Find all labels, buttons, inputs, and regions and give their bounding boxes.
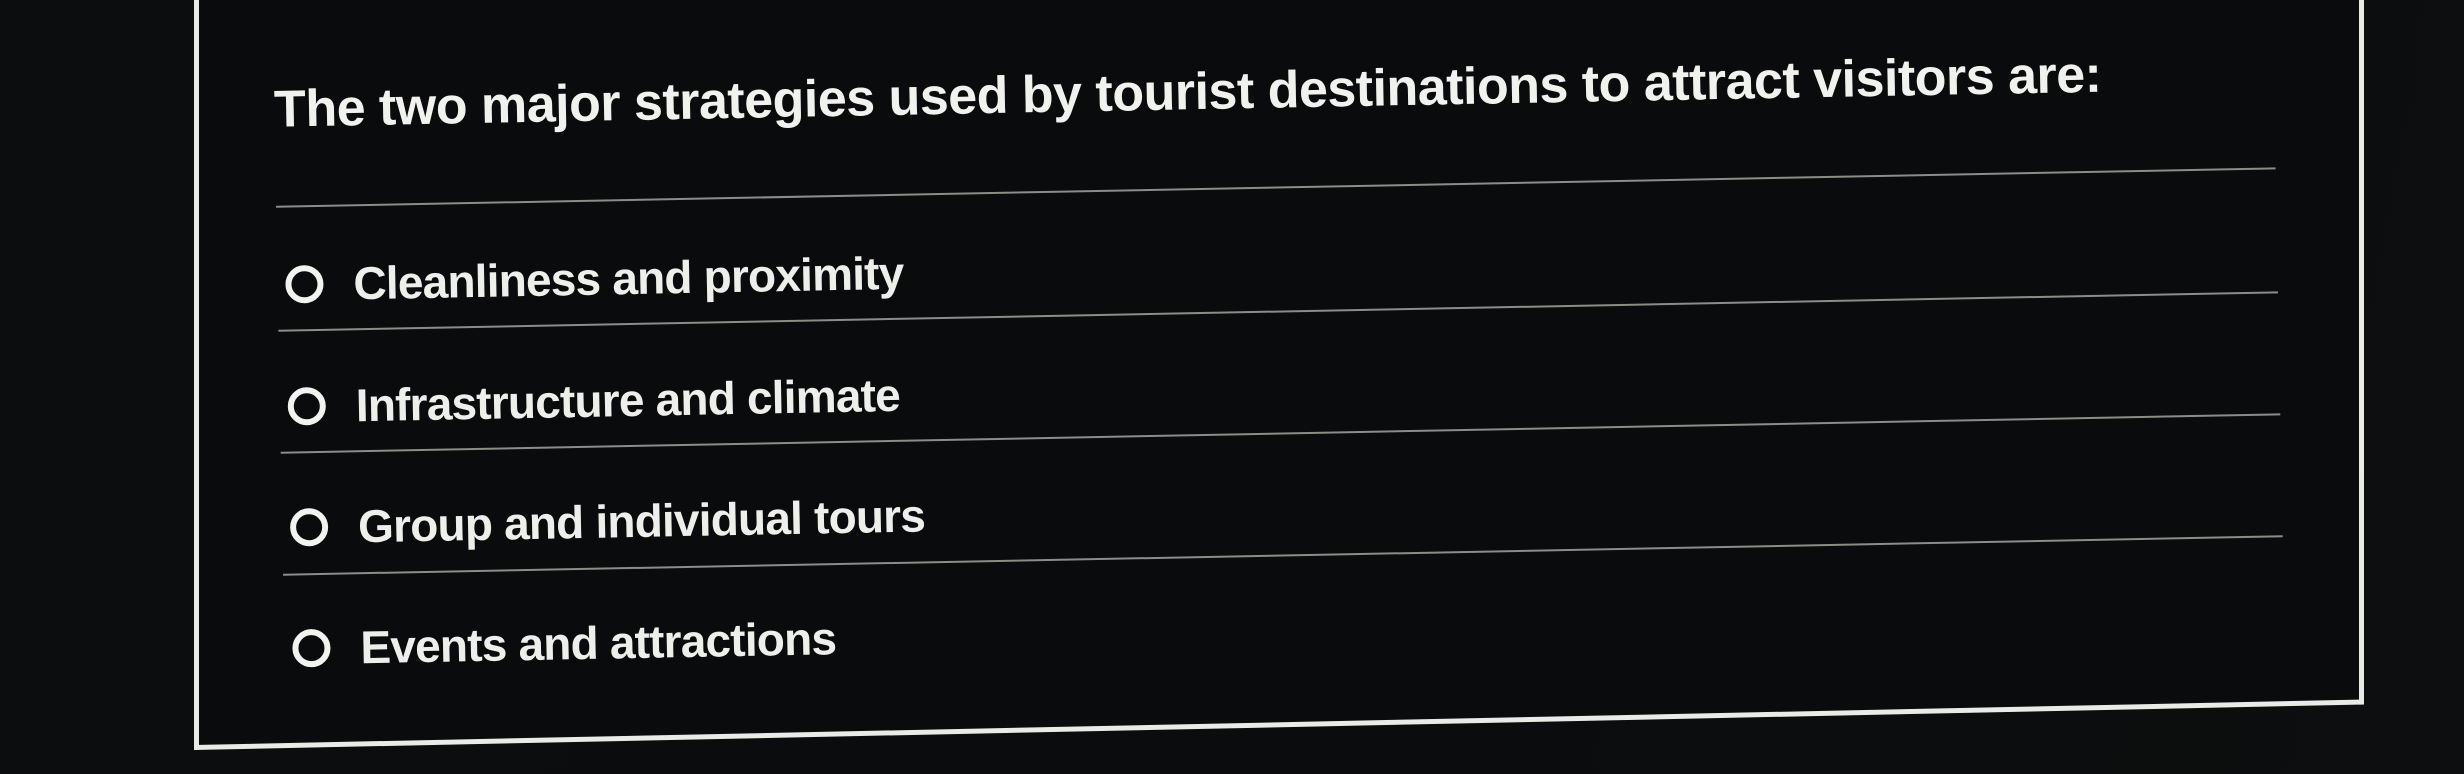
radio-button[interactable] — [285, 264, 324, 304]
option-label: Cleanliness and proximity — [352, 246, 904, 310]
divider — [275, 167, 2276, 208]
option-label: Infrastructure and climate — [355, 368, 901, 432]
question-text: The two major strategies used by tourist… — [273, 45, 2102, 139]
screen: The two major strategies used by tourist… — [0, 0, 2464, 774]
option-label: Group and individual tours — [357, 489, 926, 553]
question-content: The two major strategies used by tourist… — [262, 0, 2296, 774]
radio-button[interactable] — [292, 628, 331, 668]
option-events-and-attractions[interactable]: Events and attractions — [292, 603, 837, 683]
option-group-and-individual-tours[interactable]: Group and individual tours — [289, 480, 925, 562]
radio-button[interactable] — [289, 507, 329, 547]
option-cleanliness-and-proximity[interactable]: Cleanliness and proximity — [285, 238, 904, 320]
option-infrastructure-and-climate[interactable]: Infrastructure and climate — [287, 360, 900, 442]
option-label: Events and attractions — [359, 612, 837, 674]
radio-button[interactable] — [287, 386, 327, 426]
